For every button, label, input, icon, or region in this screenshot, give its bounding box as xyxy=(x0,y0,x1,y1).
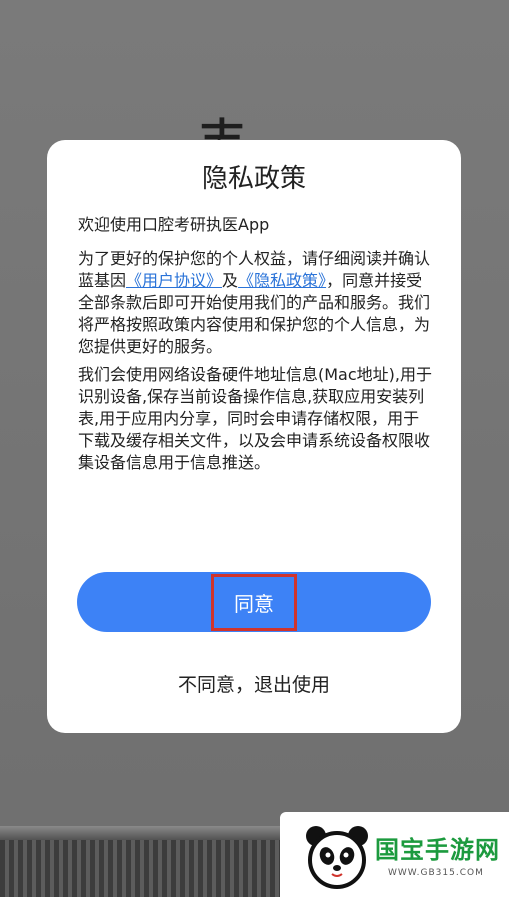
agree-button-label: 同意 xyxy=(211,573,297,631)
welcome-text: 欢迎使用口腔考研执医App xyxy=(78,215,270,234)
permissions-paragraph: 我们会使用网络设备硬件地址信息(Mac地址),用于识别设备,保存当前设备操作信息… xyxy=(78,365,432,472)
panda-logo-icon xyxy=(306,826,368,889)
dialog-title: 隐私政策 xyxy=(201,164,306,194)
watermark-url: WWW.GB315.COM xyxy=(388,868,484,878)
disagree-exit-button[interactable]: 不同意，退出使用 xyxy=(47,670,461,697)
watermark-site-name: 国宝手游网 xyxy=(375,836,500,864)
agree-button[interactable]: 同意 xyxy=(77,572,431,632)
privacy-dialog: 隐私政策 欢迎使用口腔考研执医App 为了更好的保护您的个人权益，请仔细阅读并确… xyxy=(47,140,461,733)
watermark-badge: 国宝手游网 WWW.GB315.COM xyxy=(280,812,509,897)
agreement-paragraph: 为了更好的保护您的个人权益，请仔细阅读并确认蓝基因《用户协议》及《隐私政策》，同… xyxy=(78,248,434,358)
privacy-policy-link[interactable]: 《隐私政策》 xyxy=(238,271,326,290)
user-agreement-link[interactable]: 《用户协议》 xyxy=(126,271,222,290)
and-text: 及 xyxy=(222,271,239,290)
